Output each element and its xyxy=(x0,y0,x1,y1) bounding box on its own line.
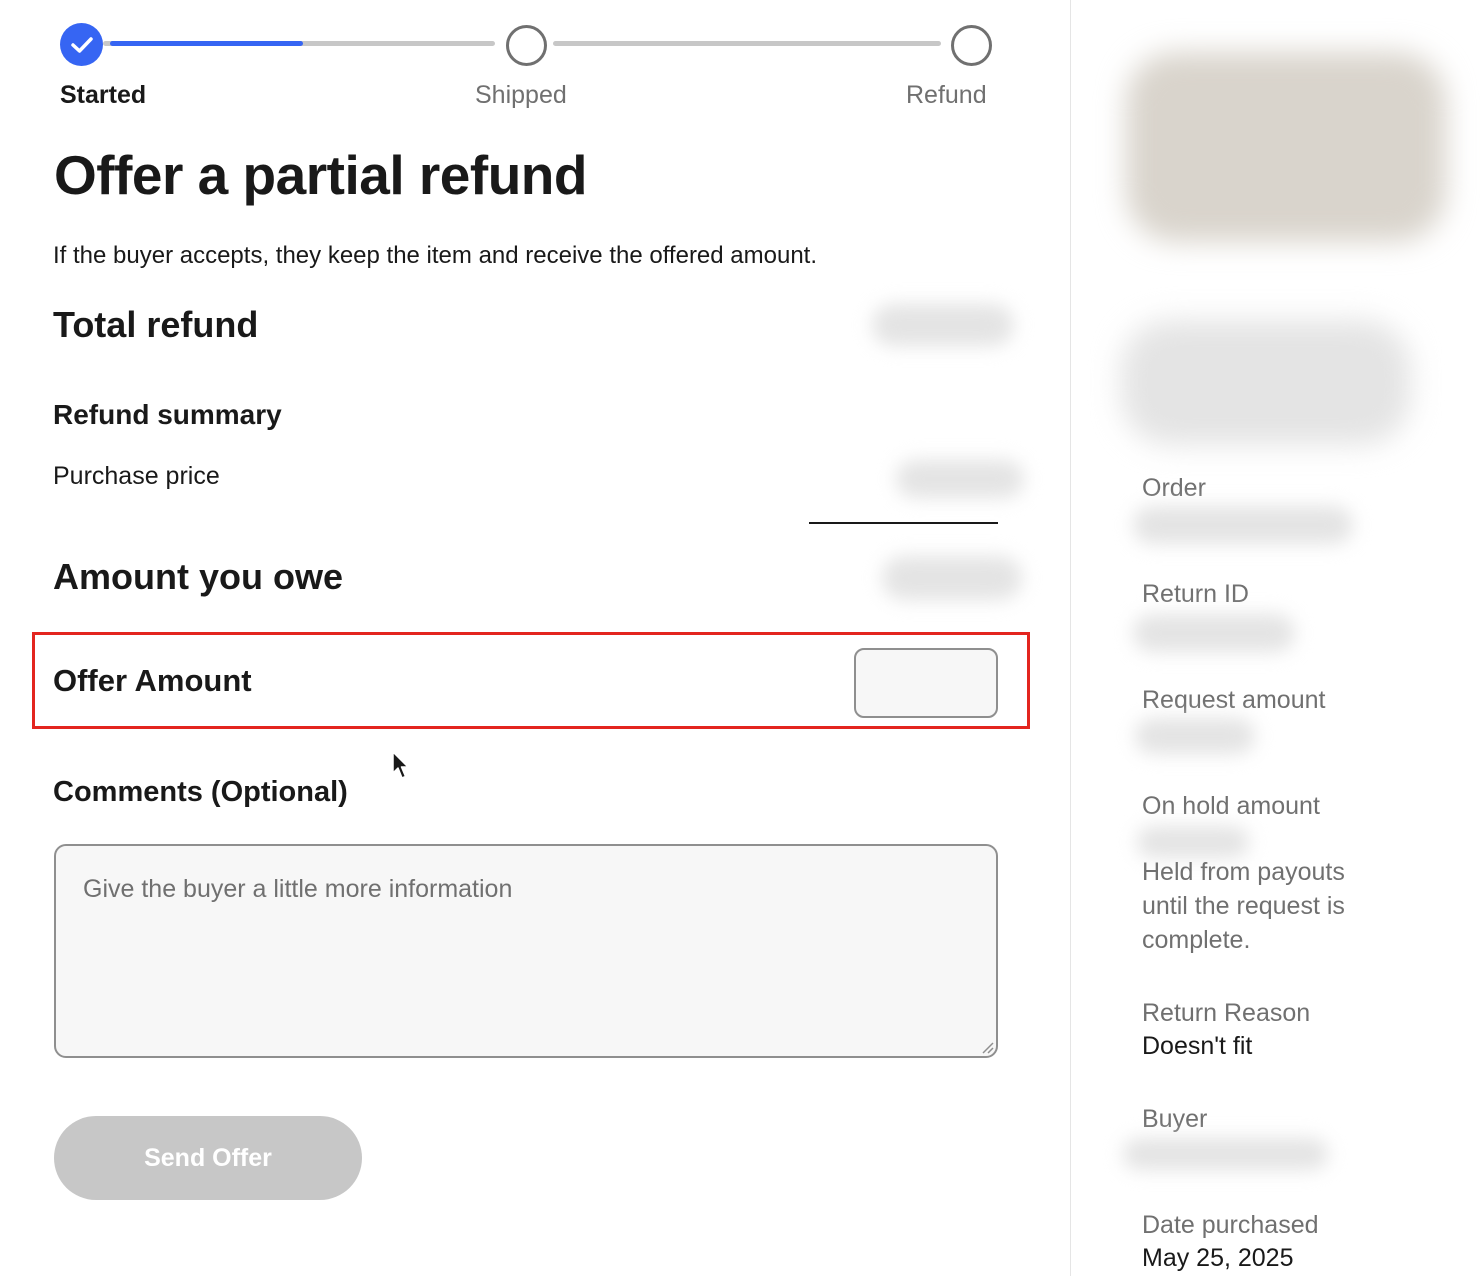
item-title-redacted xyxy=(1121,320,1411,445)
on-hold-note: Held from payouts until the request is c… xyxy=(1142,858,1345,954)
buyer-label: Buyer xyxy=(1142,1105,1208,1133)
request-amount-redacted xyxy=(1135,718,1255,754)
order-details-sidebar: Order Return ID Request amount On hold a… xyxy=(1070,0,1484,1276)
amount-owe-heading: Amount you owe xyxy=(53,556,343,597)
step-shipped-marker xyxy=(506,25,547,66)
progress-fill xyxy=(110,41,303,46)
send-offer-button[interactable]: Send Offer xyxy=(54,1116,362,1200)
step-started-label: Started xyxy=(60,81,147,109)
purchase-price-label: Purchase price xyxy=(53,462,220,490)
check-icon xyxy=(70,36,93,53)
refund-form-panel: Started Shipped Refund Offer a partial r… xyxy=(0,0,1070,1276)
date-purchased-value: May 25, 2025 xyxy=(1142,1244,1294,1272)
total-refund-value-redacted xyxy=(872,304,1014,346)
cursor-icon xyxy=(392,751,409,779)
refund-summary-heading: Refund summary xyxy=(53,399,282,430)
on-hold-amount-label: On hold amount xyxy=(1142,792,1320,820)
on-hold-amount-redacted xyxy=(1137,826,1249,858)
date-purchased-label: Date purchased xyxy=(1142,1211,1319,1239)
summary-divider xyxy=(809,522,998,524)
order-label: Order xyxy=(1142,474,1206,502)
step-refund-label: Refund xyxy=(906,81,987,109)
request-amount-label: Request amount xyxy=(1142,686,1326,714)
return-reason-value: Doesn't fit xyxy=(1142,1032,1253,1060)
return-id-redacted xyxy=(1133,614,1295,652)
return-id-label: Return ID xyxy=(1142,580,1249,608)
step-refund-marker xyxy=(951,25,992,66)
total-refund-heading: Total refund xyxy=(53,304,259,345)
return-reason-label: Return Reason xyxy=(1142,999,1311,1027)
offer-amount-input[interactable] xyxy=(854,648,998,718)
step-shipped-label: Shipped xyxy=(475,81,567,109)
comments-textarea[interactable] xyxy=(54,844,998,1058)
resize-grip-icon[interactable] xyxy=(980,1040,994,1054)
step-started-marker xyxy=(60,23,103,66)
purchase-price-value-redacted xyxy=(896,460,1024,498)
order-number-redacted xyxy=(1133,506,1353,544)
page-subtitle: If the buyer accepts, they keep the item… xyxy=(53,242,818,269)
item-image-redacted xyxy=(1126,52,1446,242)
offer-amount-label: Offer Amount xyxy=(53,663,252,698)
comments-label: Comments (Optional) xyxy=(53,776,348,808)
amount-owe-value-redacted xyxy=(882,556,1022,600)
progress-line-2 xyxy=(553,41,941,46)
buyer-name-redacted xyxy=(1123,1138,1328,1170)
page-title: Offer a partial refund xyxy=(54,144,587,206)
